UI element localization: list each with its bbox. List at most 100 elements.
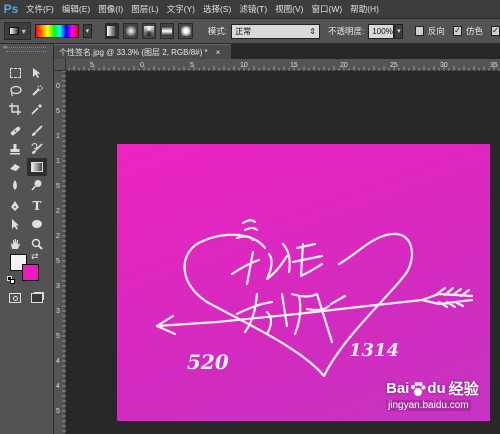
chevron-down-icon: ▾	[85, 28, 90, 35]
menu-filter[interactable]: 滤镜(T)	[235, 3, 271, 15]
tools-panel: « T … ⇄	[0, 44, 54, 434]
menu-edit[interactable]: 编辑(E)	[58, 3, 94, 15]
brush-tool[interactable]	[27, 122, 47, 140]
radial-gradient-icon	[125, 26, 136, 36]
tool-preset-picker[interactable]: ▾	[4, 22, 31, 40]
move-tool[interactable]	[27, 64, 47, 82]
linear-gradient-button[interactable]	[105, 23, 120, 39]
quick-mask-icon	[9, 293, 21, 303]
dither-checkbox[interactable]: ✓	[452, 26, 462, 36]
gradient-editor-swatch[interactable]	[34, 24, 79, 38]
eraser-tool[interactable]	[5, 158, 25, 176]
blur-tool[interactable]	[5, 176, 25, 194]
opacity-value: 100%	[372, 26, 393, 36]
spot-healing-tool[interactable]	[5, 122, 25, 140]
diamond-gradient-button[interactable]	[178, 23, 193, 39]
angle-gradient-icon	[143, 26, 154, 36]
ruler-label: 1	[56, 133, 60, 140]
ellipse-tool[interactable]	[27, 215, 47, 233]
linear-gradient-icon	[107, 26, 118, 36]
ruler-label: 0	[56, 83, 60, 90]
drop-icon	[13, 180, 17, 190]
jingyan-text: 经验	[448, 381, 479, 398]
menu-type[interactable]: 文字(Y)	[163, 3, 199, 15]
history-brush-icon	[31, 143, 43, 154]
close-tab-icon[interactable]: ×	[216, 48, 221, 57]
quick-mask-button[interactable]	[5, 289, 25, 307]
gradient-tool[interactable]	[27, 158, 47, 176]
history-brush-tool[interactable]	[27, 140, 47, 158]
menu-window[interactable]: 窗口(W)	[308, 3, 347, 15]
signature-lower	[235, 292, 347, 344]
menu-file[interactable]: 文件(F)	[22, 3, 58, 15]
menu-select[interactable]: 选择(S)	[199, 3, 235, 15]
radial-gradient-button[interactable]	[123, 23, 138, 39]
lasso-tool[interactable]	[5, 82, 25, 100]
path-selection-tool[interactable]	[5, 215, 25, 233]
menu-image[interactable]: 图像(I)	[94, 3, 127, 15]
horizontal-ruler[interactable]: 5 0 5 10 15 20 25 30 35	[54, 59, 500, 71]
ruler-label: 2	[56, 233, 60, 240]
ruler-label: 5	[56, 258, 60, 265]
document-tab[interactable]: 个性签名.jpg @ 33.3% (图层 2, RGB/8#) * ×	[54, 44, 231, 59]
screen-mode-button[interactable]	[27, 289, 47, 307]
eyedropper-icon	[31, 104, 42, 115]
gradient-picker-dropdown[interactable]: ▾	[82, 24, 92, 38]
chevron-updown-icon: ⇕	[309, 26, 316, 36]
crop-tool[interactable]	[5, 100, 25, 118]
ruler-label: 25	[390, 62, 398, 69]
ruler-label: 4	[56, 383, 60, 390]
ruler-label: 5	[56, 408, 60, 415]
baidu-text-b: du	[427, 380, 446, 397]
arrow-shaft	[155, 298, 424, 328]
screen-mode-icon	[31, 293, 43, 303]
eyedropper-tool[interactable]	[27, 100, 47, 118]
rectangular-marquee-tool[interactable]	[5, 64, 25, 82]
vertical-ruler[interactable]: 0 5 1 1 5 2 2 5 3 3 5 4 4 5	[54, 71, 66, 434]
dodge-tool[interactable]	[27, 176, 47, 194]
panel-grip[interactable]	[6, 47, 46, 52]
blend-mode-select[interactable]: 正常 ⇕	[231, 23, 320, 39]
crop-icon	[9, 103, 21, 115]
stamp-icon	[10, 144, 20, 155]
baidu-jingyan-watermark: Bai du 经验 jingyan.baidu.com	[386, 378, 496, 416]
watermark-url: jingyan.baidu.com	[386, 400, 471, 411]
pen-tool[interactable]	[5, 197, 25, 215]
ruler-origin[interactable]	[54, 59, 66, 71]
menu-layer[interactable]: 图层(L)	[127, 3, 162, 15]
dither-label: 仿色	[465, 26, 483, 36]
swap-colors-icon[interactable]: ⇄	[31, 251, 39, 262]
quick-selection-tool[interactable]	[27, 82, 47, 100]
menu-view[interactable]: 视图(V)	[271, 3, 307, 15]
collapse-arrows-icon[interactable]: «	[3, 44, 7, 51]
type-t-icon: T	[32, 199, 42, 213]
ruler-label: 15	[290, 62, 298, 69]
ruler-label: 10	[240, 62, 248, 69]
reverse-label: 反向	[427, 26, 445, 36]
ruler-label: 5	[56, 333, 60, 340]
clone-stamp-tool[interactable]	[5, 140, 25, 158]
ruler-label: 1	[56, 158, 60, 165]
gradient-icon	[31, 162, 43, 172]
reverse-checkbox[interactable]	[414, 26, 424, 36]
gradient-tool-icon	[8, 27, 19, 35]
number-1314: 1314	[349, 340, 399, 361]
opacity-field[interactable]: 100%	[368, 23, 395, 39]
path-selection-icon	[12, 219, 19, 230]
reflected-gradient-button[interactable]	[160, 23, 175, 39]
paw-icon	[411, 381, 426, 396]
quick-selection-icon	[32, 85, 43, 96]
ruler-label: 30	[440, 62, 448, 69]
menu-help[interactable]: 帮助(H)	[346, 3, 383, 15]
brush-icon	[32, 125, 43, 136]
transparency-checkbox[interactable]: ✓	[490, 26, 500, 36]
type-tool[interactable]: T	[27, 197, 47, 215]
photoshop-logo: Ps	[3, 2, 19, 16]
menu-bar: Ps 文件(F) 编辑(E) 图像(I) 图层(L) 文字(Y) 选择(S) 滤…	[0, 0, 500, 18]
opacity-dropdown[interactable]: ▾	[394, 23, 404, 39]
background-color-swatch[interactable]	[22, 264, 39, 281]
chevron-down-icon: ▾	[397, 28, 401, 35]
angle-gradient-button[interactable]	[141, 23, 157, 39]
default-colors-icon[interactable]	[7, 276, 15, 284]
ruler-label: 3	[56, 283, 60, 290]
